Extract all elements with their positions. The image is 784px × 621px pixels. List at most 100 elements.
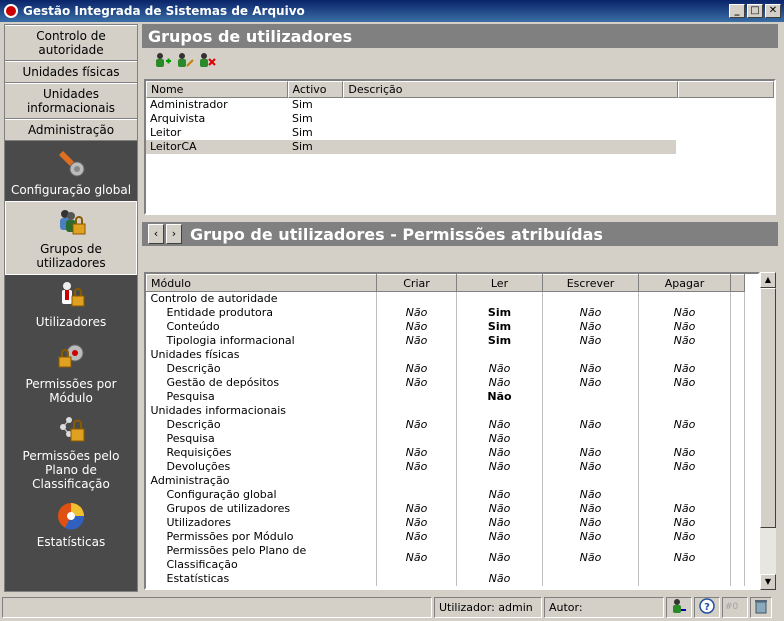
cell-nome: Arquivista bbox=[150, 112, 206, 125]
cell-nome: LeitorCA bbox=[150, 140, 197, 153]
table-row[interactable]: Descrição Não Não Não Não bbox=[146, 418, 745, 432]
tool-label: Permissões pelo Plano de Classificação bbox=[22, 449, 120, 491]
tool-label: Estatísticas bbox=[36, 535, 106, 549]
table-row[interactable]: Descrição Não Não Não Não bbox=[146, 362, 745, 376]
table-row[interactable]: Utilizadores Não Não Não Não bbox=[146, 516, 745, 530]
col-nome[interactable]: Nome bbox=[146, 81, 288, 98]
cell-spacer bbox=[730, 488, 745, 502]
cell-apagar: Não bbox=[638, 418, 731, 432]
table-row[interactable]: Requisições Não Não Não Não bbox=[146, 446, 745, 460]
cell-apagar: Não bbox=[638, 502, 731, 516]
cell-escrever: Não bbox=[542, 488, 639, 502]
tool-grupos-utilizadores[interactable]: Grupos de utilizadores bbox=[5, 201, 137, 275]
col-modulo[interactable]: Módulo bbox=[146, 274, 377, 292]
permissions-grid[interactable]: Módulo Criar Ler Escrever Apagar Control… bbox=[144, 272, 760, 590]
cell-criar: Não bbox=[376, 516, 457, 530]
table-row[interactable]: Devoluções Não Não Não Não bbox=[146, 460, 745, 474]
panel2-title: Grupo de utilizadores - Permissões atrib… bbox=[190, 224, 603, 244]
cell-descricao bbox=[344, 126, 676, 140]
close-button[interactable]: ✕ bbox=[765, 4, 781, 18]
cell-escrever bbox=[542, 348, 639, 362]
status-user: Utilizador: admin bbox=[434, 597, 542, 618]
user-switch-icon[interactable] bbox=[666, 597, 692, 618]
cell-modulo: Pesquisa bbox=[146, 390, 377, 404]
col-escrever[interactable]: Escrever bbox=[542, 274, 639, 292]
cell-spacer bbox=[730, 432, 745, 446]
scroll-down-icon[interactable]: ▼ bbox=[760, 574, 776, 590]
table-row[interactable]: Gestão de depósitos Não Não Não Não bbox=[146, 376, 745, 390]
group-row[interactable]: Unidades informacionais bbox=[146, 404, 745, 418]
vertical-scrollbar[interactable]: ▲ ▼ bbox=[760, 272, 776, 590]
col-descricao[interactable]: Descrição bbox=[343, 81, 679, 98]
delete-group-icon[interactable] bbox=[198, 51, 216, 69]
cell-activo: Sim bbox=[292, 98, 313, 111]
add-group-icon[interactable] bbox=[154, 51, 172, 69]
table-row[interactable]: Permissões pelo Plano de Classificação Nã… bbox=[146, 544, 745, 572]
next-button[interactable]: › bbox=[166, 224, 182, 244]
table-row[interactable]: Conteúdo Não Sim Não Não bbox=[146, 320, 745, 334]
table-row[interactable]: Administrador Sim bbox=[146, 98, 774, 112]
scroll-thumb[interactable] bbox=[760, 288, 776, 528]
nav-controlo-autoridade[interactable]: Controlo de autoridade bbox=[5, 25, 137, 61]
cell-ler: Não bbox=[456, 488, 543, 502]
cell-escrever: Não bbox=[542, 516, 639, 530]
nav-unidades-informacionais[interactable]: Unidades informacionais bbox=[5, 83, 137, 119]
table-row-selected[interactable]: LeitorCA Sim bbox=[146, 140, 676, 154]
tool-configuracao-global[interactable]: Configuração global bbox=[5, 141, 137, 201]
cell-apagar: Não bbox=[638, 530, 731, 544]
status-bar: Utilizador: admin Autor: ? #0 bbox=[0, 594, 784, 621]
cell-nome: Administrador bbox=[150, 98, 228, 111]
cell-ler: Não bbox=[456, 418, 543, 432]
help-icon[interactable]: ? bbox=[694, 597, 720, 618]
trash-icon[interactable] bbox=[750, 597, 772, 618]
cell-criar bbox=[376, 404, 457, 418]
group-row[interactable]: Controlo de autoridade bbox=[146, 291, 745, 306]
col-activo[interactable]: Activo bbox=[287, 81, 344, 98]
tool-utilizadores[interactable]: Utilizadores bbox=[5, 275, 137, 337]
cell-spacer bbox=[730, 544, 745, 572]
table-row[interactable]: Configuração global Não Não bbox=[146, 488, 745, 502]
table-row[interactable]: Permissões por Módulo Não Não Não Não bbox=[146, 530, 745, 544]
table-row[interactable]: Estatísticas Não bbox=[146, 572, 745, 586]
edit-group-icon[interactable] bbox=[176, 51, 194, 69]
cell-criar bbox=[376, 488, 457, 502]
nav-unidades-fisicas[interactable]: Unidades físicas bbox=[5, 61, 137, 83]
cell-spacer bbox=[730, 572, 745, 586]
cell-modulo: Grupos de utilizadores bbox=[146, 502, 377, 516]
permissions-table: Módulo Criar Ler Escrever Apagar Control… bbox=[146, 274, 745, 586]
group-row[interactable]: Administração bbox=[146, 474, 745, 488]
col-ler[interactable]: Ler bbox=[456, 274, 543, 292]
nav-administracao[interactable]: Administração bbox=[5, 119, 137, 141]
tool-estatisticas[interactable]: Estatísticas bbox=[5, 495, 137, 555]
cell-spacer bbox=[730, 418, 745, 432]
table-row[interactable]: Leitor Sim bbox=[146, 126, 774, 140]
prev-button[interactable]: ‹ bbox=[148, 224, 164, 244]
groups-grid[interactable]: Nome Activo Descrição Administrador Sim … bbox=[144, 79, 776, 215]
table-row[interactable]: Grupos de utilizadores Não Não Não Não bbox=[146, 502, 745, 516]
tool-permissoes-plano[interactable]: Permissões pelo Plano de Classificação bbox=[5, 409, 137, 495]
svg-text:?: ? bbox=[704, 602, 710, 613]
cell-spacer bbox=[730, 291, 745, 306]
table-row[interactable]: Pesquisa Não bbox=[146, 390, 745, 404]
table-row[interactable]: Tipologia informacional Não Sim Não Não bbox=[146, 334, 745, 348]
table-row[interactable]: Pesquisa Não bbox=[146, 432, 745, 446]
cell-ler: Não bbox=[456, 446, 543, 460]
table-row[interactable]: Entidade produtora Não Sim Não Não bbox=[146, 306, 745, 320]
col-apagar[interactable]: Apagar bbox=[638, 274, 731, 292]
cell-ler bbox=[456, 474, 543, 488]
scroll-up-icon[interactable]: ▲ bbox=[760, 272, 776, 288]
group-row[interactable]: Unidades físicas bbox=[146, 348, 745, 362]
cell-apagar bbox=[638, 572, 731, 586]
maximize-button[interactable]: □ bbox=[747, 4, 763, 18]
cell-escrever: Não bbox=[542, 446, 639, 460]
minimize-button[interactable]: _ bbox=[729, 4, 745, 18]
tool-permissoes-modulo[interactable]: Permissões por Módulo bbox=[5, 337, 137, 409]
status-panel-empty bbox=[2, 597, 432, 618]
cell-escrever: Não bbox=[542, 502, 639, 516]
col-criar[interactable]: Criar bbox=[376, 274, 457, 292]
table-row[interactable]: Arquivista Sim bbox=[146, 112, 774, 126]
cell-apagar bbox=[638, 390, 731, 404]
cell-spacer bbox=[730, 530, 745, 544]
cell-modulo: Configuração global bbox=[146, 488, 377, 502]
cell-criar bbox=[376, 572, 457, 586]
